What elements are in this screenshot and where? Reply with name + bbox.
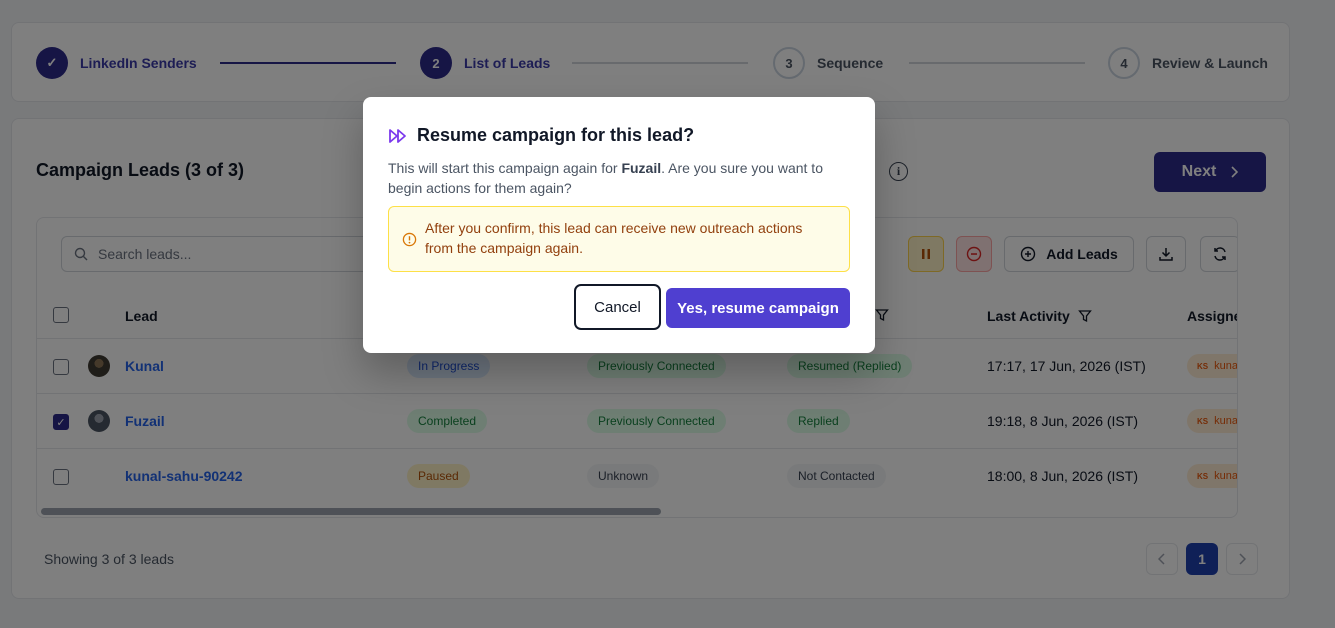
cancel-button[interactable]: Cancel <box>574 284 661 330</box>
fast-forward-icon <box>389 128 406 143</box>
message-lead-name: Fuzail <box>621 160 662 176</box>
message-prefix: This will start this campaign again for <box>388 160 622 176</box>
warning-callout: After you confirm, this lead can receive… <box>388 206 850 272</box>
dialog-message: This will start this campaign again for … <box>388 158 848 198</box>
resume-campaign-dialog: Resume campaign for this lead? This will… <box>363 97 875 353</box>
confirm-resume-button[interactable]: Yes, resume campaign <box>666 288 850 328</box>
alert-circle-icon <box>402 232 417 247</box>
dialog-title: Resume campaign for this lead? <box>388 125 694 146</box>
dialog-title-text: Resume campaign for this lead? <box>417 125 695 145</box>
warning-text: After you confirm, this lead can receive… <box>425 220 803 256</box>
